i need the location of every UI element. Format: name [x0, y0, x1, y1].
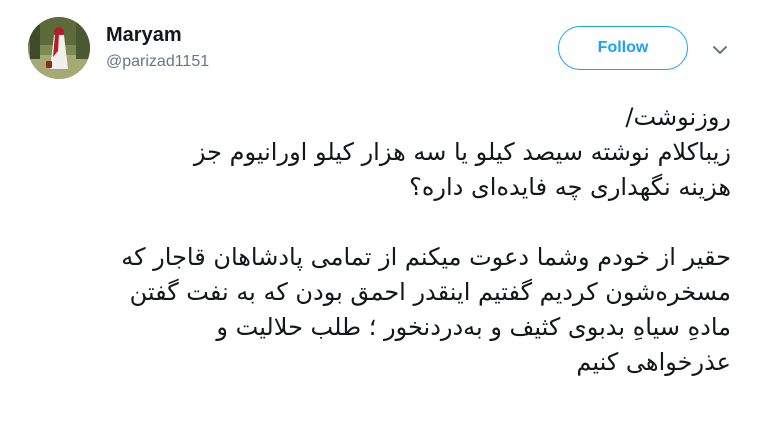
tweet-line: مادهِ سیاهِ بدبوی کثیف و به‌دردنخور ؛ طل…	[216, 313, 731, 341]
tweet-line: هزینه نگهداری چه فایده‌ای داره؟	[409, 173, 731, 201]
avatar[interactable]	[28, 17, 90, 79]
tweet-line: مسخره‌شون کردیم گفتیم اینقدر احمق بودن ک…	[129, 278, 731, 306]
tweet-line: زیباکلام نوشته سیصد کیلو یا سه هزار کیلو…	[193, 138, 731, 166]
tweet-line-break	[16, 205, 731, 240]
follow-button[interactable]: Follow	[558, 26, 688, 70]
avatar-image	[28, 17, 90, 79]
user-handle[interactable]: @parizad1151	[106, 53, 209, 71]
tweet-line: روزنوشت/	[625, 103, 731, 131]
chevron-down-icon[interactable]	[708, 40, 732, 60]
tweet-header: Maryam @parizad1151 Follow	[0, 0, 763, 90]
tweet-text: روزنوشت/ زیباکلام نوشته سیصد کیلو یا سه …	[16, 100, 731, 380]
tweet-line: عذرخواهی کنیم	[576, 348, 731, 376]
display-name[interactable]: Maryam	[106, 24, 182, 47]
tweet-line: حقیر از خودم وشما دعوت میکنم از تمامی پا…	[121, 243, 731, 271]
